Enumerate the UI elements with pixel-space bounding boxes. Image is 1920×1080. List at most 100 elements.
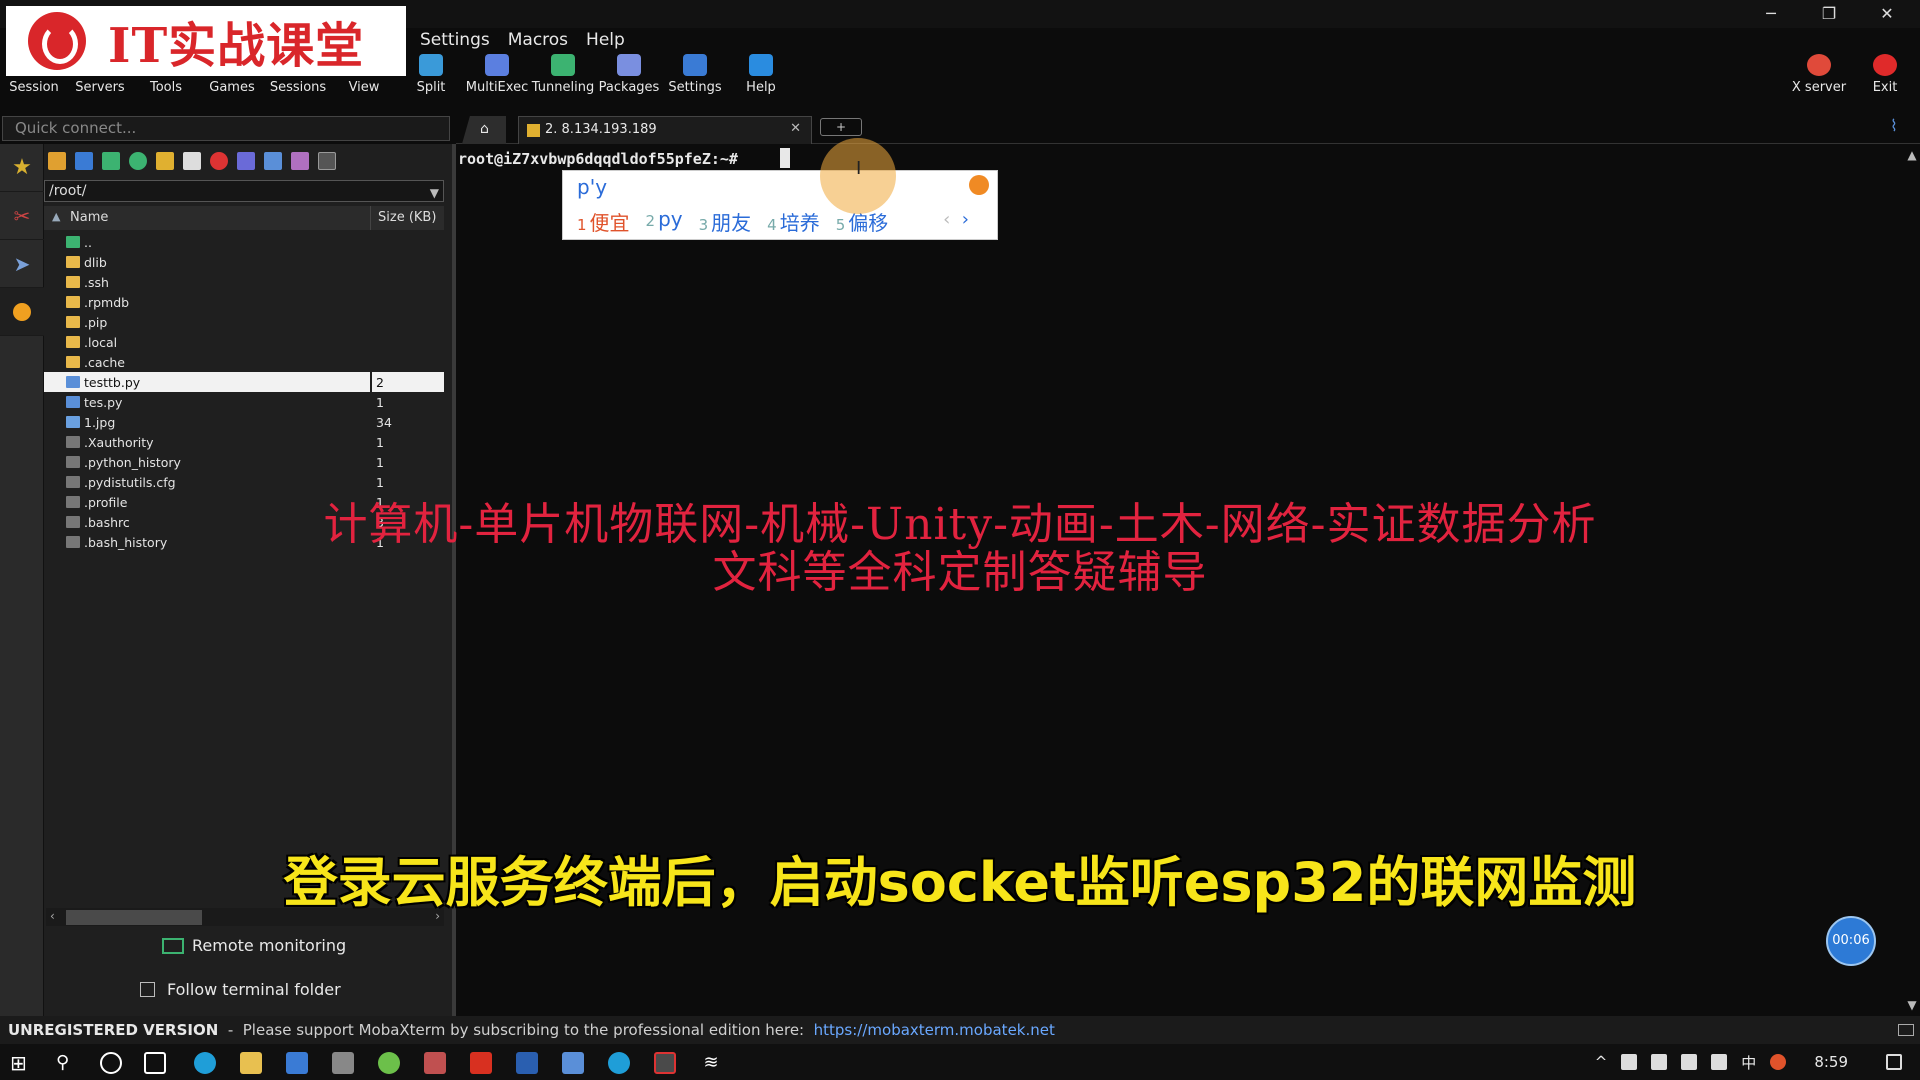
parent-icon xyxy=(66,236,80,248)
app-icon-5[interactable] xyxy=(562,1052,584,1074)
search-icon[interactable]: ⚲ xyxy=(56,1052,78,1074)
sort-ascending-icon[interactable]: ▲ xyxy=(52,210,60,223)
file-row[interactable]: tes.py 1 xyxy=(44,392,444,412)
mobaxterm-taskbar-icon[interactable] xyxy=(654,1052,676,1074)
checkbox-box[interactable] xyxy=(140,982,155,997)
python-icon xyxy=(66,376,80,388)
notification-center-icon[interactable] xyxy=(1886,1054,1902,1070)
new-tab-button[interactable]: + xyxy=(820,118,862,136)
upload-icon[interactable] xyxy=(102,152,120,170)
ime-next-icon[interactable]: › xyxy=(962,209,969,230)
toolbar-split-button[interactable]: Split xyxy=(398,54,464,95)
settings-wrench-icon[interactable] xyxy=(291,152,309,170)
toolbar-help-button[interactable]: Help xyxy=(728,54,794,95)
file-name: .. xyxy=(84,235,92,250)
menu-macros[interactable]: Macros xyxy=(508,30,568,50)
column-divider[interactable] xyxy=(370,206,371,230)
file-row[interactable]: .pip xyxy=(44,312,444,332)
macros-tab[interactable]: ➤ xyxy=(0,240,44,288)
capcut-icon[interactable]: ≋ xyxy=(700,1052,722,1074)
new-folder-icon[interactable] xyxy=(156,152,174,170)
file-explorer-icon[interactable] xyxy=(240,1052,262,1074)
packages-icon xyxy=(617,54,641,76)
edge-browser-icon[interactable] xyxy=(194,1052,216,1074)
terminal-icon[interactable] xyxy=(318,152,336,170)
attachment-icon[interactable]: ⌇ xyxy=(1890,116,1898,135)
task-view-icon[interactable] xyxy=(144,1052,166,1074)
ssh-session-tab[interactable]: 2. 8.134.193.189 ✕ xyxy=(518,116,812,144)
ime-candidate[interactable]: 4 培养 xyxy=(767,207,820,236)
powershell-icon[interactable] xyxy=(516,1052,538,1074)
file-row[interactable]: .python_history 1 xyxy=(44,452,444,472)
file-row[interactable]: .Xauthority 1 xyxy=(44,432,444,452)
ime-logo-icon[interactable] xyxy=(969,175,989,195)
file-row[interactable]: .rpmdb xyxy=(44,292,444,312)
quick-connect-input[interactable]: Quick connect... xyxy=(2,116,450,141)
parent-folder-icon[interactable] xyxy=(48,152,66,170)
ime-candidate[interactable]: 3 朋友 xyxy=(699,207,752,236)
rename-icon[interactable] xyxy=(237,152,255,170)
follow-terminal-folder-checkbox[interactable]: Follow terminal folder xyxy=(140,980,341,999)
ime-candidate[interactable]: 2 py xyxy=(646,207,683,236)
chevron-down-icon[interactable]: ▼ xyxy=(430,183,439,203)
file-row[interactable]: .local xyxy=(44,332,444,352)
toolbar-x-server-button[interactable]: X server xyxy=(1786,54,1852,95)
tray-expand-icon[interactable]: ^ xyxy=(1595,1053,1608,1071)
toolbar-exit-button[interactable]: Exit xyxy=(1852,54,1918,95)
screen-icon[interactable] xyxy=(1898,1024,1914,1036)
minimize-button[interactable]: ─ xyxy=(1742,0,1800,28)
menu-settings[interactable]: Settings xyxy=(420,30,490,50)
toolbar-packages-button[interactable]: Packages xyxy=(596,54,662,95)
sessions-star-tab[interactable]: ★ xyxy=(0,144,44,192)
app-icon-3[interactable] xyxy=(378,1052,400,1074)
permissions-icon[interactable] xyxy=(264,152,282,170)
ime-candidate[interactable]: 1 便宜 xyxy=(577,207,630,236)
windows-start-icon[interactable]: ⊞ xyxy=(10,1052,32,1074)
folder-icon xyxy=(66,336,80,348)
tools-tab[interactable]: ✂ xyxy=(0,192,44,240)
file-row[interactable]: testtb.py 2 xyxy=(44,372,444,392)
column-size[interactable]: Size (KB) xyxy=(378,210,436,225)
toolbar-multiexec-button[interactable]: MultiExec xyxy=(464,54,530,95)
close-tab-icon[interactable]: ✕ xyxy=(790,121,801,136)
toolbar-label: Settings xyxy=(668,80,722,95)
column-name[interactable]: Name xyxy=(70,210,108,225)
app-icon-4[interactable] xyxy=(424,1052,446,1074)
toolbar-label: Exit xyxy=(1872,80,1898,95)
cortana-icon[interactable] xyxy=(100,1052,122,1074)
input-method-indicator[interactable]: 中 xyxy=(1741,1052,1756,1073)
file-row[interactable]: .. xyxy=(44,232,444,252)
toolbar-tunneling-button[interactable]: Tunneling xyxy=(530,54,596,95)
volume-muted-icon[interactable] xyxy=(1711,1054,1728,1070)
wps-office-icon[interactable] xyxy=(470,1052,492,1074)
python-icon xyxy=(66,396,80,408)
delete-icon[interactable] xyxy=(210,152,228,170)
refresh-icon[interactable] xyxy=(129,152,147,170)
clock[interactable]: 8:59 xyxy=(1814,1053,1848,1071)
microphone-icon[interactable] xyxy=(1621,1054,1638,1070)
scroll-down-icon[interactable]: ▼ xyxy=(1904,998,1920,1012)
file-row[interactable]: .ssh xyxy=(44,272,444,292)
ime-candidate-number: 2 xyxy=(645,212,656,230)
mobatek-link[interactable]: https://mobaxterm.mobatek.net xyxy=(814,1021,1055,1039)
app-icon-6[interactable] xyxy=(608,1052,630,1074)
file-row[interactable]: dlib xyxy=(44,252,444,272)
new-file-icon[interactable] xyxy=(183,152,201,170)
battery-icon[interactable] xyxy=(1651,1054,1668,1070)
close-window-button[interactable]: ✕ xyxy=(1858,0,1916,28)
download-icon[interactable] xyxy=(75,152,93,170)
scroll-up-icon[interactable]: ▲ xyxy=(1904,148,1920,162)
toolbar-settings-button[interactable]: Settings xyxy=(662,54,728,95)
ime-prev-icon[interactable]: ‹ xyxy=(943,209,950,230)
file-row[interactable]: 1.jpg 34 xyxy=(44,412,444,432)
file-row[interactable]: .cache xyxy=(44,352,444,372)
menu-help[interactable]: Help xyxy=(586,30,625,50)
path-field[interactable]: /root/ ▼ xyxy=(44,180,444,202)
sftp-tab[interactable] xyxy=(0,288,44,336)
app-icon-2[interactable] xyxy=(332,1052,354,1074)
sogou-ime-icon[interactable] xyxy=(1770,1054,1787,1070)
remote-monitoring-button[interactable]: Remote monitoring xyxy=(162,936,346,955)
restore-button[interactable]: ❐ xyxy=(1800,0,1858,28)
wifi-icon[interactable] xyxy=(1681,1054,1698,1070)
app-icon-1[interactable] xyxy=(286,1052,308,1074)
